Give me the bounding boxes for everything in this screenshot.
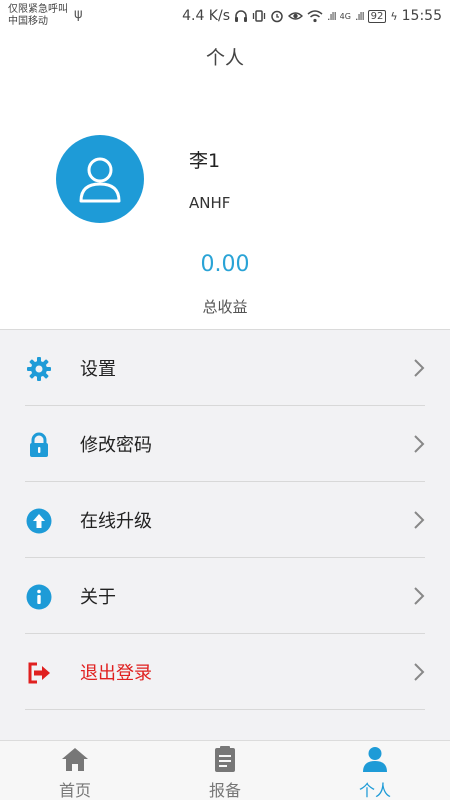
alarm-icon [271,10,283,23]
nav-label-report: 报备 [208,781,241,800]
signal-1-icon: .ıll [327,9,337,23]
carrier-line-1: 仅限紧急呼叫 [8,4,68,15]
nav-label-home: 首页 [58,781,91,800]
signal-2-icon: .ıll [354,9,365,23]
nav-personal[interactable]: 个人 [300,741,450,800]
menu-item-logout[interactable]: 退出登录 [0,634,450,710]
profile-card: 李1 ANHF 0.00 总收益 [0,80,450,330]
logout-icon [28,662,50,684]
info-icon [26,584,52,610]
page-title: 个人 [0,36,450,80]
income-value: 0.00 [200,252,250,277]
net-speed: 4.4 K/s [182,8,230,24]
avatar[interactable] [56,135,144,223]
user-name: 李1 [189,150,221,172]
menu-label-change-password: 修改密码 [80,435,152,456]
wifi-icon [307,10,323,23]
menu-label-settings: 设置 [80,359,116,380]
chevron-right-icon [414,587,425,605]
vibrate-icon [252,10,266,22]
status-bar: 仅限紧急呼叫 中国移动 ψ 4.4 K/s .ıll 4G .ıll 92 ϟ … [0,0,450,36]
menu-item-online-upgrade[interactable]: 在线升级 [0,482,450,558]
settings-menu: 设置 修改密码 在线升级 关于 退出登录 [0,330,450,710]
charging-icon: ϟ [390,9,398,23]
usb-icon: ψ [74,7,83,22]
clipboard-icon [215,746,235,772]
menu-item-about[interactable]: 关于 [0,558,450,634]
battery-icon: 92 [367,9,387,23]
chevron-right-icon [414,359,425,377]
menu-label-online-upgrade: 在线升级 [80,511,152,532]
user-code: ANHF [189,194,231,212]
carrier-info: 仅限紧急呼叫 中国移动 [8,4,68,28]
menu-label-logout: 退出登录 [80,663,152,684]
status-icons: 4.4 K/s .ıll 4G .ıll 92 ϟ 15:55 [182,8,442,24]
nav-label-personal: 个人 [358,781,391,800]
nav-report[interactable]: 报备 [150,741,300,800]
eye-icon [288,12,303,20]
lock-icon [30,432,48,457]
gear-icon [27,357,51,381]
chevron-right-icon [414,663,425,681]
home-icon [62,748,88,771]
menu-label-about: 关于 [80,587,116,608]
clock: 15:55 [401,8,442,24]
menu-item-change-password[interactable]: 修改密码 [0,406,450,482]
bottom-nav: 首页 报备 个人 [0,740,450,800]
headphones-icon [235,10,247,22]
user-icon [79,157,121,203]
upgrade-icon [26,508,52,534]
network-type: 4G [339,11,351,21]
income-label: 总收益 [202,298,248,316]
chevron-right-icon [414,435,425,453]
person-icon [363,747,387,772]
carrier-line-2: 中国移动 [8,16,48,27]
nav-home[interactable]: 首页 [0,741,150,800]
menu-item-settings[interactable]: 设置 [0,330,450,406]
chevron-right-icon [414,511,425,529]
